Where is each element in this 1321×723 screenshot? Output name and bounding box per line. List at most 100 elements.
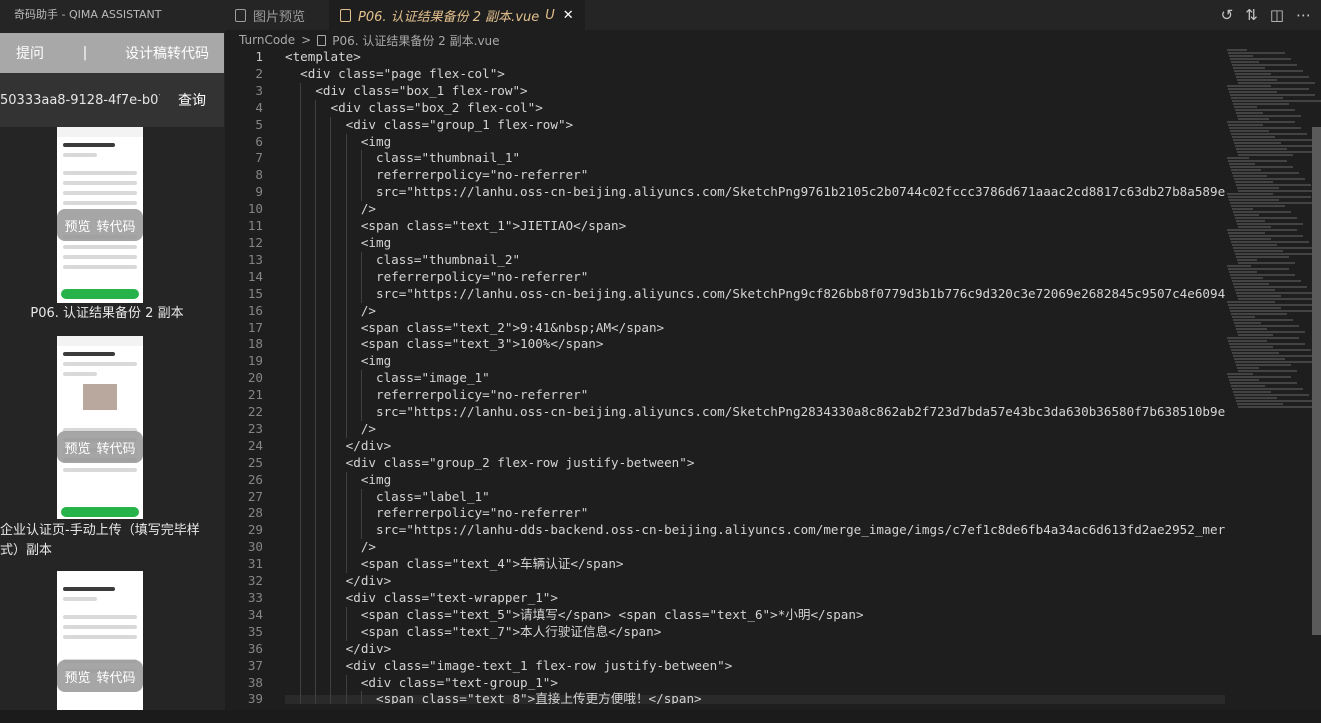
code-text: />	[263, 302, 376, 320]
split-editor-icon[interactable]: ◫	[1270, 6, 1284, 24]
tab-vue-file[interactable]: P06. 认证结果备份 2 副本.vue U ✕	[330, 0, 585, 30]
breadcrumb-file[interactable]: P06. 认证结果备份 2 副本.vue	[332, 32, 499, 49]
design-name: 企业认证页-手动上传（填写完毕样式）副本	[0, 523, 200, 558]
code-text: <div class="group_2 flex-row justify-bet…	[285, 454, 695, 472]
code-line: 16 />	[225, 302, 1225, 320]
code-line: 30 />	[225, 539, 1225, 557]
code-text: <span class="text_1">JIETIAO</span>	[285, 218, 627, 236]
breadcrumb-root[interactable]: TurnCode	[239, 33, 295, 47]
line-number: 7	[255, 150, 263, 166]
compare-changes-icon[interactable]: ⇅	[1245, 6, 1258, 24]
line-number: 17	[247, 319, 263, 335]
code-text: <div class="text-wrapper_1">	[285, 590, 558, 607]
history-icon[interactable]: ↺	[1221, 6, 1234, 24]
design-list[interactable]: 预览 转代码 P06. 认证结果备份 2 副本 预览 转代码 企业认证页-手动上…	[0, 127, 224, 710]
code-line: 29 src="https://lanhu-dds-backend.oss-cn…	[225, 522, 1225, 540]
code-line: 12 <img	[225, 234, 1225, 252]
code-line: 24 </div>	[225, 437, 1225, 455]
line-number: 3	[255, 82, 263, 98]
file-icon	[317, 34, 327, 46]
code-line: 27 class="label_1"	[225, 488, 1225, 506]
code-line: 3 <div class="box_1 flex-row">	[225, 82, 1225, 100]
code-text: />	[263, 201, 376, 219]
line-number: 15	[247, 285, 263, 301]
code-text: />	[263, 539, 376, 557]
line-number: 12	[247, 234, 263, 250]
code-text: class="image_1"	[285, 370, 490, 388]
breadcrumb: TurnCode > P06. 认证结果备份 2 副本.vue	[239, 31, 500, 49]
tab-image-preview[interactable]: 图片预览	[225, 0, 330, 30]
convert-button[interactable]: 转代码	[97, 667, 136, 686]
code-text: class="label_1"	[285, 488, 490, 506]
code-text: <div class="box_2 flex-col">	[285, 99, 543, 117]
panel-title: 奇码助手 - QIMA ASSISTANT	[0, 0, 225, 32]
line-number: 27	[247, 488, 263, 504]
file-icon	[340, 8, 351, 22]
tab-separator: |	[82, 45, 88, 61]
code-text: </div>	[285, 573, 392, 591]
file-icon	[235, 8, 246, 22]
line-number: 8	[255, 167, 263, 183]
code-text: </div>	[285, 640, 392, 658]
convert-button[interactable]: 转代码	[97, 438, 136, 457]
code-text: referrerpolicy="no-referrer"	[285, 505, 589, 523]
line-number: 26	[247, 471, 263, 487]
code-text: <span class="text_7">本人行驶证信息</span>	[285, 623, 662, 641]
code-text: <div class="group_1 flex-row">	[285, 116, 574, 134]
code-line: 38 <div class="text-group_1">	[225, 674, 1225, 692]
line-number: 32	[247, 573, 263, 589]
preview-button[interactable]: 预览	[64, 667, 90, 686]
code-line: 32 </div>	[225, 573, 1225, 591]
code-line: 26 <img	[225, 471, 1225, 489]
code-editor[interactable]: 1 <template> 2 <div class="page flex-col">…	[225, 49, 1225, 704]
tab-ask[interactable]: 提问	[0, 43, 60, 63]
status-bar	[0, 710, 1321, 723]
line-number: 6	[255, 133, 263, 149]
chevron-right-icon: >	[301, 33, 312, 47]
code-line: 36 </div>	[225, 640, 1225, 658]
code-line: 31 <span class="text_4">车辆认证</span>	[225, 556, 1225, 574]
line-number: 19	[247, 353, 263, 369]
code-text: class="thumbnail_1"	[285, 150, 521, 168]
code-line: 35 <span class="text_7">本人行驶证信息</span>	[225, 623, 1225, 641]
code-text: <div class="page flex-col">	[285, 65, 505, 81]
editor-actions: ↺ ⇅ ◫ ⋯	[1221, 0, 1321, 30]
code-text: <span class="text_3">100%</span>	[285, 336, 604, 354]
code-text: <span class="text_2">9:41&nbsp;AM</span>	[285, 319, 665, 337]
mode-tabs: 提问 | 设计稿转代码	[0, 33, 224, 73]
code-line: 5 <div class="group_1 flex-row">	[225, 116, 1225, 134]
code-text: <div class="box_1 flex-row">	[285, 82, 528, 100]
query-button[interactable]: 查询	[160, 90, 224, 110]
code-text: src="https://lanhu.oss-cn-beijing.aliyun…	[285, 184, 1225, 202]
close-icon[interactable]: ✕	[563, 8, 574, 23]
code-text: <div class="image-text_1 flex-row justif…	[285, 657, 733, 675]
tab-design-to-code[interactable]: 设计稿转代码	[110, 43, 224, 63]
line-number: 35	[247, 623, 263, 639]
code-line: 10 />	[225, 201, 1225, 219]
card-actions: 预览 转代码	[57, 431, 143, 463]
code-line: 15 src="https://lanhu.oss-cn-beijing.ali…	[225, 285, 1225, 303]
code-line: 33 <div class="text-wrapper_1">	[225, 590, 1225, 607]
line-number: 11	[247, 218, 263, 234]
editor-tabs: 图片预览 P06. 认证结果备份 2 副本.vue U ✕	[225, 0, 1321, 30]
design-name: P06. 认证结果备份 2 副本	[30, 306, 184, 321]
more-actions-icon[interactable]: ⋯	[1296, 6, 1311, 24]
code-line: 6 <img	[225, 133, 1225, 151]
convert-button[interactable]: 转代码	[97, 216, 136, 235]
line-number: 22	[247, 404, 263, 420]
code-line: 25 <div class="group_2 flex-row justify-…	[225, 454, 1225, 472]
preview-button[interactable]: 预览	[64, 216, 90, 235]
card-actions: 预览 转代码	[57, 660, 143, 692]
minimap[interactable]	[1227, 49, 1321, 439]
code-text: <img	[285, 471, 392, 489]
code-text: <span class="text_5">请填写</span> <span cl…	[285, 606, 864, 624]
line-number: 24	[247, 437, 263, 453]
line-number: 33	[247, 590, 263, 605]
line-number: 30	[247, 539, 263, 555]
line-number: 14	[247, 268, 263, 284]
preview-button[interactable]: 预览	[64, 438, 90, 457]
line-number: 28	[247, 505, 263, 521]
line-number: 18	[247, 336, 263, 352]
code-text: referrerpolicy="no-referrer"	[285, 387, 589, 405]
design-id-input[interactable]	[0, 85, 160, 115]
